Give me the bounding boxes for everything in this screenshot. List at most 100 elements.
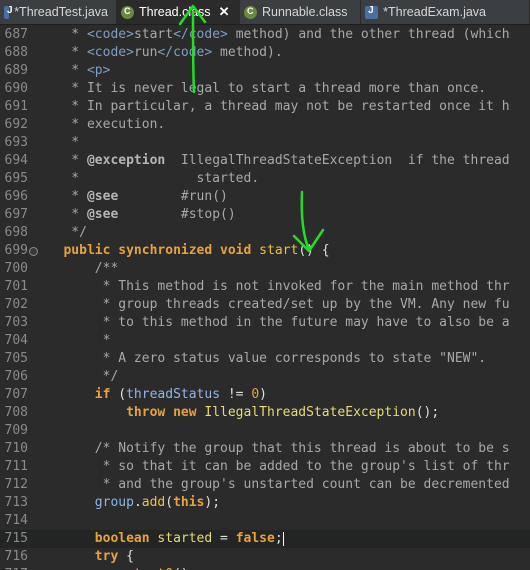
code-line[interactable]: 691 * In particular, a thread may not be… (0, 98, 530, 116)
code-line[interactable]: 701 * This method is not invoked for the… (0, 278, 530, 296)
annotation-arrow-up-icon (178, 4, 207, 94)
line-number: 711 (4, 459, 28, 474)
code-text: * (40, 135, 80, 150)
line-number: 700 (4, 261, 28, 276)
line-number: 715 (4, 531, 28, 546)
line-number: 688 (4, 45, 28, 60)
line-number: 716 (4, 549, 28, 564)
tab-label: Runnable.class (262, 5, 348, 19)
code-text: * <p> (40, 63, 111, 78)
code-editor[interactable]: 687 * <code>start</code> method) and the… (0, 25, 530, 570)
line-number: 694 (4, 153, 28, 168)
class-file-icon (121, 5, 134, 19)
code-line[interactable]: 708 throw new IllegalThreadStateExceptio… (0, 404, 530, 422)
line-number: 704 (4, 333, 28, 348)
code-line[interactable]: 713 group.add(this); (0, 494, 530, 512)
tab-threadtest-java[interactable]: *ThreadTest.java (0, 0, 117, 24)
tab-runnable-class[interactable]: Runnable.class (240, 0, 362, 24)
code-line[interactable]: 717 start0(); (0, 566, 530, 570)
code-line[interactable]: 705 * A zero status value corresponds to… (0, 350, 530, 368)
line-number: 714 (4, 513, 28, 528)
editor-tab-bar: *ThreadTest.java Thread.class ✕ Runnable… (0, 0, 530, 25)
code-line[interactable]: 706 */ (0, 368, 530, 386)
code-line[interactable]: 695 * started. (0, 170, 530, 188)
line-number: 691 (4, 99, 28, 114)
code-line[interactable]: 697 * @see #stop() (0, 206, 530, 224)
code-line[interactable]: 688 * <code>run</code> method). (0, 44, 530, 62)
line-number: 709 (4, 423, 28, 438)
line-number: 693 (4, 135, 28, 150)
java-file-icon (4, 5, 13, 19)
text-caret (282, 531, 284, 546)
tab-label: *ThreadExam.java (383, 5, 486, 19)
code-text: * group threads created/set up by the VM… (40, 297, 510, 312)
code-line[interactable]: 711 * so that it can be added to the gro… (0, 458, 530, 476)
code-text: start0(); (40, 566, 196, 570)
code-text: * and the group's unstarted count can be… (40, 477, 510, 492)
java-file-icon (365, 5, 379, 19)
code-text: * (40, 333, 111, 348)
code-text: group.add(this); (94, 495, 221, 510)
code-text: * @exception IllegalThreadStateException… (40, 153, 510, 168)
code-text: if (threadStatus != 0) (94, 387, 267, 402)
line-number: 702 (4, 297, 28, 312)
line-number: 705 (4, 351, 28, 366)
line-number: 706 (4, 369, 28, 384)
code-line[interactable]: 709 (0, 422, 530, 440)
line-number: 717 (0, 566, 28, 570)
code-line[interactable]: 699 public synchronized void start() { (0, 242, 530, 260)
fold-toggle-icon[interactable] (29, 247, 38, 256)
code-line[interactable]: 689 * <p> (0, 62, 530, 80)
code-line[interactable]: 704 * (0, 332, 530, 350)
code-line[interactable]: 710 /* Notify the group that this thread… (0, 440, 530, 458)
code-text: */ (40, 369, 119, 384)
line-number: 703 (4, 315, 28, 330)
line-number: 687 (4, 27, 28, 42)
line-number: 692 (4, 117, 28, 132)
code-line[interactable]: 702 * group threads created/set up by th… (0, 296, 530, 314)
code-text: */ (40, 225, 87, 240)
code-text: /** (40, 261, 119, 276)
code-text: * to this method in the future may have … (40, 315, 510, 330)
line-number: 707 (4, 387, 28, 402)
code-text: * <code>run</code> method). (40, 45, 283, 60)
code-line[interactable]: 703 * to this method in the future may h… (0, 314, 530, 332)
line-number: 689 (4, 63, 28, 78)
line-number: 708 (4, 405, 28, 420)
code-line[interactable]: 700 /** (0, 260, 530, 278)
code-text: * @see #run() (40, 189, 228, 204)
code-text: * In particular, a thread may not be res… (40, 99, 510, 114)
code-text: * It is never legal to start a thread mo… (40, 81, 487, 96)
line-number: 713 (4, 495, 28, 510)
code-line[interactable]: 696 * @see #run() (0, 188, 530, 206)
code-line[interactable]: 712 * and the group's unstarted count ca… (0, 476, 530, 494)
line-number: 710 (4, 441, 28, 456)
code-line[interactable]: 693 * (0, 134, 530, 152)
code-text: /* Notify the group that this thread is … (40, 441, 510, 456)
code-line[interactable]: 716 try { (0, 548, 530, 566)
code-line[interactable]: 694 * @exception IllegalThreadStateExcep… (0, 152, 530, 170)
code-line[interactable]: 714 (0, 512, 530, 530)
code-line[interactable]: 707 if (threadStatus != 0) (0, 386, 530, 404)
code-line[interactable]: 687 * <code>start</code> method) and the… (0, 26, 530, 44)
line-number: 690 (4, 81, 28, 96)
annotation-arrow-down-icon (292, 190, 325, 253)
code-line[interactable]: 698 */ (0, 224, 530, 242)
line-number: 699 (4, 243, 28, 258)
line-number: 712 (4, 477, 28, 492)
class-file-icon (244, 5, 257, 19)
code-text: * started. (40, 171, 260, 186)
close-icon[interactable]: ✕ (219, 4, 230, 20)
code-line[interactable]: 690 * It is never legal to start a threa… (0, 80, 530, 98)
code-line[interactable]: 692 * execution. (0, 116, 530, 134)
line-number: 701 (4, 279, 28, 294)
tab-threadexam-java[interactable]: *ThreadExam.java (361, 0, 530, 24)
line-number: 698 (4, 225, 28, 240)
code-line[interactable]: 715 boolean started = false; (0, 530, 530, 548)
code-text: try { (94, 549, 134, 564)
code-text: * <code>start</code> method) and the oth… (40, 27, 510, 42)
code-text: boolean started = false; (94, 531, 284, 546)
line-number: 695 (4, 171, 28, 186)
line-number: 696 (4, 189, 28, 204)
code-text: * This method is not invoked for the mai… (40, 279, 510, 294)
